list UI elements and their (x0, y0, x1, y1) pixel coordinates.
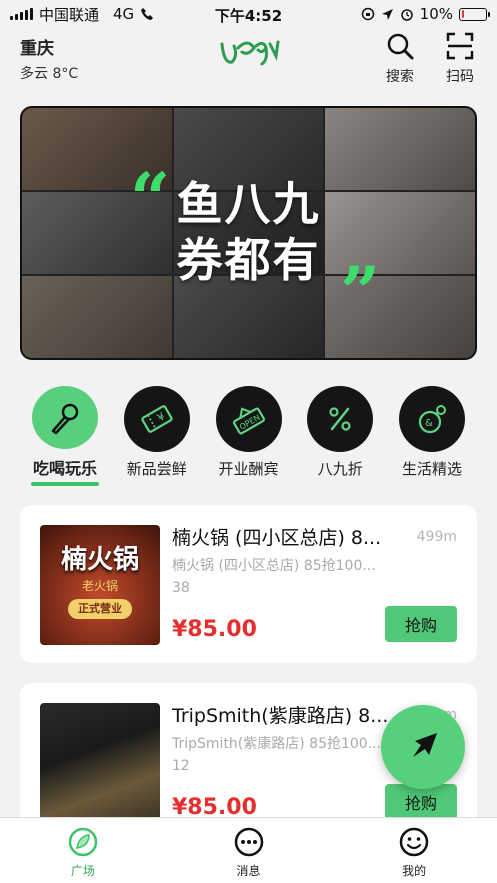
scan-button[interactable]: 扫码 (438, 30, 482, 86)
ticket-icon: ¥ (141, 405, 173, 433)
deal-price: ¥85.00 (172, 617, 257, 642)
city-selector[interactable]: 重庆 (20, 34, 54, 59)
deal-image-badge: 正式营业 (68, 599, 132, 619)
search-button[interactable]: 搜索 (378, 30, 422, 86)
deal-image (40, 703, 160, 823)
deal-subtitle-line-1: TripSmith(紫康路店) 85抢100... (172, 736, 382, 752)
tab-plaza[interactable]: 广场 (0, 818, 166, 883)
header: 重庆 多云 8°C 搜索 扫码 (0, 28, 497, 90)
category-icon-wrap (307, 386, 374, 452)
deal-image-title: 楠火锅 (60, 545, 139, 575)
deal-distance: 499m (416, 529, 457, 545)
category-nav: 吃喝玩乐 ¥ 新品尝鲜 OPEN 开业酬宾 八九折 & 生活精选 (20, 386, 477, 486)
banner-close-quote: ” (340, 251, 381, 334)
category-item-food-fun[interactable]: 吃喝玩乐 (20, 386, 110, 486)
tab-messages[interactable]: 消息 (166, 818, 332, 883)
location-icon (381, 8, 393, 20)
status-left: 中国联通 4G (10, 4, 154, 25)
banner-headline: 鱼八九 券都有 (22, 176, 475, 288)
category-icon-wrap: & (399, 386, 465, 452)
paper-plane-icon (413, 733, 437, 757)
status-bar: 中国联通 4G 下午4:52 10% (0, 0, 497, 28)
rotation-lock-icon (361, 7, 374, 21)
category-label: 新品尝鲜 (126, 460, 187, 478)
category-label: 生活精选 (401, 460, 462, 478)
signal-icon (10, 8, 33, 20)
network-label: 4G (113, 5, 135, 23)
carrier-label: 中国联通 (39, 5, 100, 24)
status-right: 10% (361, 5, 490, 23)
deal-subtitle: TripSmith(紫康路店) 85抢100... 12 (172, 733, 407, 777)
bottom-tab-bar: 广场 消息 我的 (0, 817, 497, 883)
category-item-opening[interactable]: OPEN 开业酬宾 (204, 386, 294, 486)
scan-icon (446, 32, 474, 60)
scan-label: 扫码 (446, 69, 474, 85)
category-item-discount[interactable]: 八九折 (295, 386, 385, 486)
deal-subtitle-line-1: 楠火锅 (四小区总店) 85抢100... (172, 558, 376, 574)
banner-line-1: 鱼八九 (176, 177, 321, 231)
battery-icon (459, 7, 490, 21)
category-label: 吃喝玩乐 (32, 459, 97, 479)
category-label: 八九折 (317, 460, 363, 478)
percent-icon (329, 407, 351, 431)
category-icon-wrap: OPEN (215, 386, 282, 452)
deal-title: 楠火锅 (四小区总店) 8... (172, 527, 382, 549)
buy-button[interactable]: 抢购 (385, 606, 457, 642)
category-icon-wrap (32, 386, 98, 450)
leaf-icon (68, 827, 98, 857)
call-icon (141, 8, 154, 20)
bag-icon: & (418, 405, 446, 434)
category-icon-wrap: ¥ (123, 386, 190, 452)
active-indicator (31, 482, 99, 486)
app-logo (220, 40, 280, 66)
search-icon (387, 33, 414, 60)
tab-profile[interactable]: 我的 (331, 818, 497, 883)
open-sign-icon: OPEN (232, 407, 265, 435)
tab-label: 广场 (70, 864, 95, 878)
deal-image-subtitle: 老火锅 (81, 579, 118, 593)
publish-fab[interactable] (381, 705, 465, 789)
buy-button[interactable]: 抢购 (385, 784, 457, 820)
battery-percent: 10% (419, 5, 453, 23)
microphone-icon (51, 403, 79, 434)
category-label: 开业酬宾 (218, 460, 279, 478)
deal-card[interactable]: 楠火锅 老火锅 正式营业 楠火锅 (四小区总店) 8... 499m 楠火锅 (… (20, 505, 477, 663)
deal-subtitle-line-2: 38 (172, 580, 190, 596)
search-label: 搜索 (386, 69, 414, 85)
deal-subtitle: 楠火锅 (四小区总店) 85抢100... 38 (172, 555, 407, 599)
deal-image: 楠火锅 老火锅 正式营业 (40, 525, 160, 645)
category-item-new-taste[interactable]: ¥ 新品尝鲜 (112, 386, 202, 486)
tab-label: 我的 (402, 864, 427, 878)
banner-line-2: 券都有 (176, 233, 321, 287)
tab-label: 消息 (236, 864, 261, 878)
svg-text:&: & (425, 418, 433, 429)
deal-subtitle-line-2: 12 (172, 758, 190, 774)
chat-icon (234, 827, 263, 857)
weather-label: 多云 8°C (20, 66, 79, 82)
smiley-icon (399, 827, 429, 857)
category-item-life[interactable]: & 生活精选 (387, 386, 477, 486)
alarm-icon (400, 9, 413, 21)
promo-banner[interactable]: “ 鱼八九 券都有 ” (20, 106, 477, 360)
deal-title: TripSmith(紫康路店) 8... (172, 705, 389, 727)
